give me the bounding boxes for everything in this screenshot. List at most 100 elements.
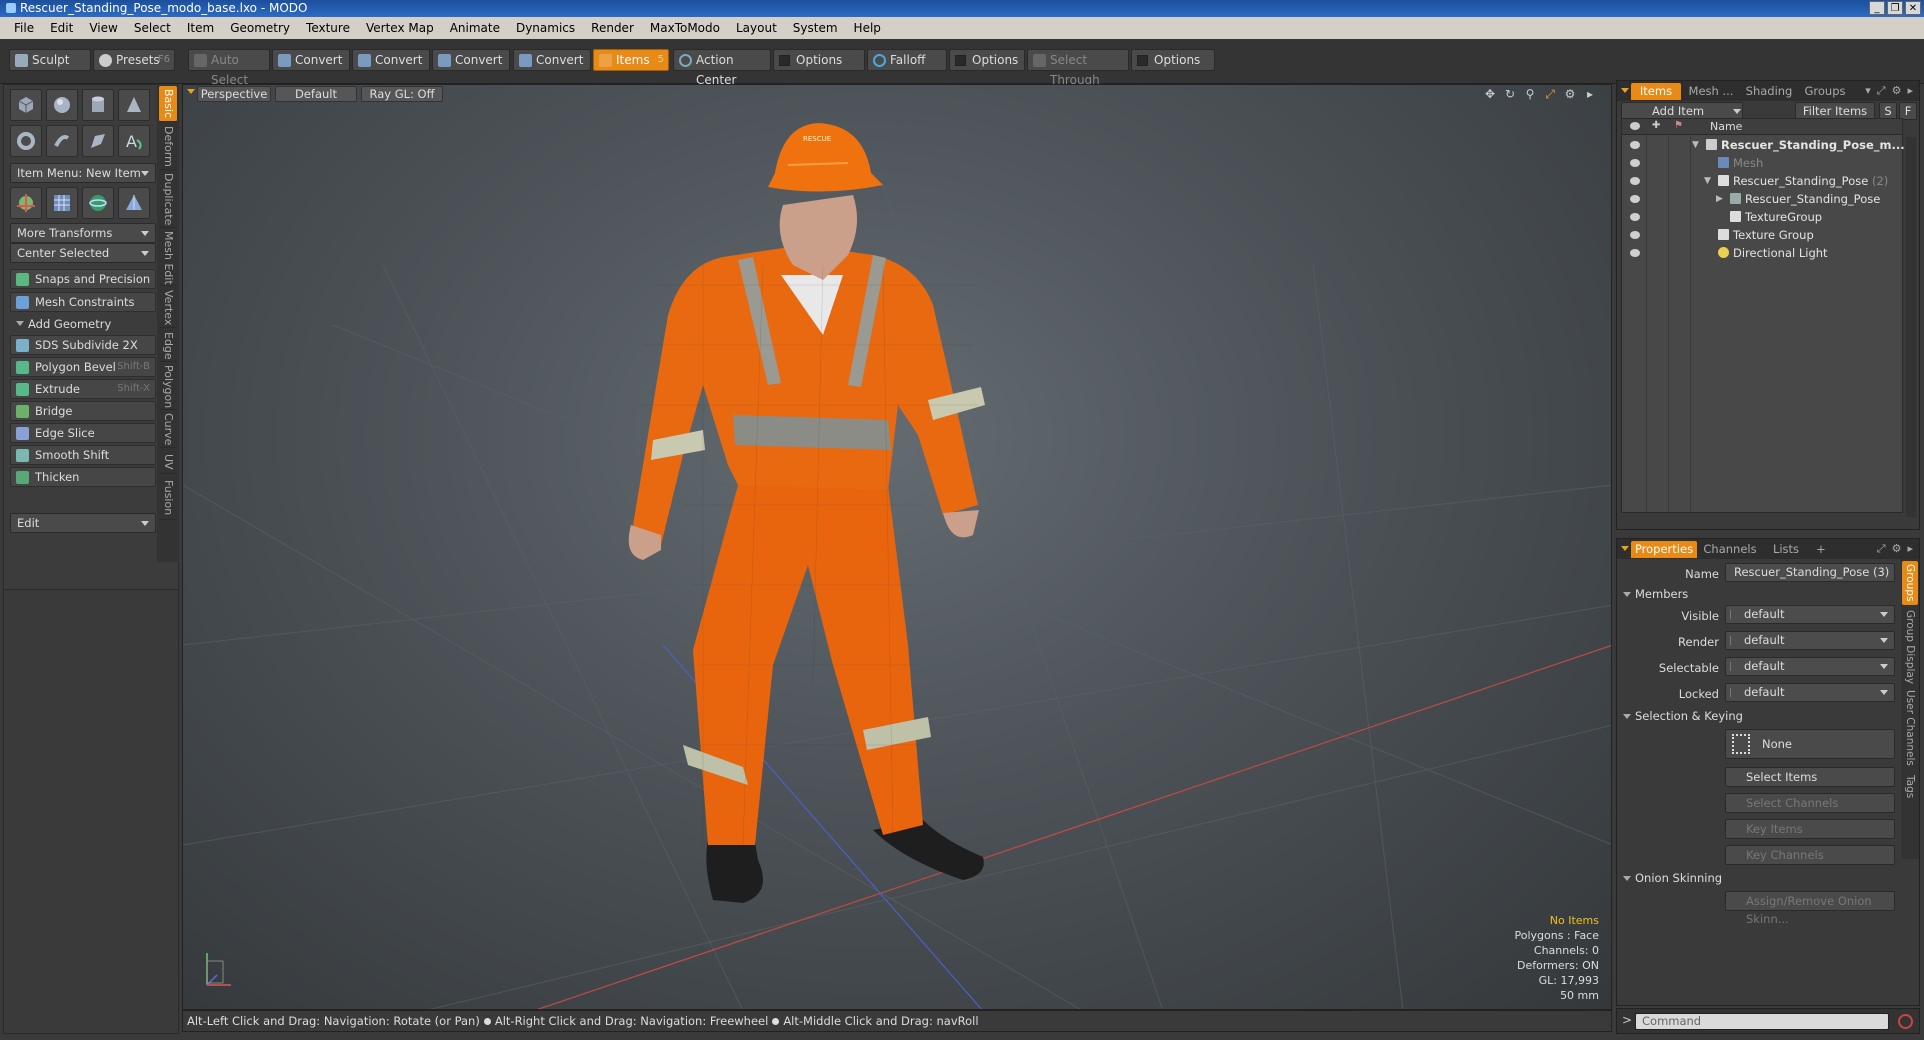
tab-edge[interactable]: Edge: [159, 330, 177, 362]
panel-expand-icon[interactable]: ⤢: [1877, 542, 1886, 556]
cube-primitive-button[interactable]: [10, 89, 42, 121]
menu-render[interactable]: Render: [583, 21, 642, 35]
smooth-shift-button[interactable]: Smooth Shift: [10, 445, 156, 465]
tab-group-display[interactable]: Group Display: [1902, 609, 1918, 685]
locked-dropdown[interactable]: default: [1725, 683, 1895, 702]
menu-system[interactable]: System: [785, 21, 846, 35]
tab-more-icon[interactable]: ▾: [1865, 84, 1871, 98]
name-column-header[interactable]: Name: [1710, 120, 1742, 133]
select-items-button[interactable]: Select Items: [1725, 767, 1895, 787]
restore-button[interactable]: ❐: [1887, 1, 1903, 15]
selection-keying-section[interactable]: Selection & Keying: [1623, 709, 1743, 723]
tab-fusion[interactable]: Fusion: [159, 476, 177, 520]
command-input[interactable]: Command: [1635, 1013, 1889, 1030]
visibility-eye-icon[interactable]: [1630, 141, 1640, 149]
maximize-view-icon[interactable]: ⤢: [1543, 87, 1557, 101]
render-column-icon[interactable]: ⚑: [1674, 120, 1683, 131]
visibility-eye-icon[interactable]: [1630, 213, 1640, 221]
rotate-button[interactable]: [82, 187, 114, 219]
members-section[interactable]: Members: [1623, 587, 1688, 601]
tab-items[interactable]: Items: [1631, 83, 1681, 100]
menu-animate[interactable]: Animate: [442, 21, 508, 35]
convert-edges-button[interactable]: Convert: [352, 49, 430, 71]
presets-button[interactable]: Presets F6: [93, 49, 175, 71]
visibility-eye-icon[interactable]: [1630, 177, 1640, 185]
sphere-primitive-button[interactable]: [46, 89, 78, 121]
convert-materials-button[interactable]: Convert: [513, 49, 591, 71]
visibility-eye-icon[interactable]: [1630, 195, 1640, 203]
item-menu-dropdown[interactable]: Item Menu: New Item: [10, 163, 156, 183]
tab-basic[interactable]: Basic: [159, 86, 177, 122]
tab-groups-vertical[interactable]: Groups: [1902, 561, 1918, 605]
assign-onion-skin-button[interactable]: Assign/Remove Onion Skinn...: [1725, 891, 1895, 926]
items-mode-button[interactable]: Items 5: [593, 49, 669, 71]
onion-skinning-section[interactable]: Onion Skinning: [1623, 871, 1722, 885]
menu-view[interactable]: View: [81, 21, 125, 35]
panel-settings-icon[interactable]: ⚙: [1892, 542, 1902, 556]
panel-menu-caret-icon[interactable]: [1621, 88, 1629, 93]
text-tool-button[interactable]: A: [118, 125, 150, 157]
record-macro-icon[interactable]: [1898, 1014, 1913, 1029]
tab-groups[interactable]: Groups: [1799, 83, 1851, 100]
action-center-button[interactable]: Action Center: [673, 49, 771, 87]
visibility-eye-icon[interactable]: [1630, 231, 1640, 239]
panel-settings-icon[interactable]: ⚙: [1892, 84, 1902, 98]
rotate-view-icon[interactable]: ↻: [1503, 87, 1517, 101]
tree-row-light[interactable]: Directional Light: [1622, 244, 1902, 262]
name-field[interactable]: Rescuer_Standing_Pose (3): [1725, 563, 1895, 582]
convert-polygons-button[interactable]: Convert: [432, 49, 510, 71]
tab-polygon[interactable]: Polygon: [159, 364, 177, 410]
tree-row-skeleton[interactable]: ▶ Rescuer_Standing_Pose: [1622, 190, 1902, 208]
cylinder-primitive-button[interactable]: [82, 89, 114, 121]
select-through-options[interactable]: Options: [1131, 49, 1215, 71]
edit-dropdown[interactable]: Edit: [10, 513, 156, 533]
tree-row-texture-group[interactable]: Texture Group: [1622, 226, 1902, 244]
viewport-menu-caret-icon[interactable]: [187, 89, 195, 94]
falloff-options[interactable]: Options: [949, 49, 1025, 71]
expand-arrow-icon[interactable]: ▼: [1692, 136, 1699, 154]
mesh-constraints-button[interactable]: Mesh Constraints: [10, 292, 156, 312]
raygl-button[interactable]: Ray GL: Off: [361, 86, 443, 102]
visible-dropdown[interactable]: default: [1725, 605, 1895, 624]
menu-select[interactable]: Select: [126, 21, 179, 35]
sculpt-button[interactable]: Sculpt: [9, 49, 91, 71]
shading-mode-button[interactable]: Default: [275, 86, 357, 102]
pyramid-button[interactable]: [118, 187, 150, 219]
key-items-button[interactable]: Key Items: [1725, 819, 1895, 839]
tab-channels[interactable]: Channels: [1699, 541, 1761, 558]
cone-primitive-button[interactable]: [118, 89, 150, 121]
collapse-arrow-icon[interactable]: ▶: [1716, 190, 1723, 208]
tree-row-scene[interactable]: ▼ Rescuer_Standing_Pose_m...: [1622, 136, 1905, 154]
sds-subdivide-button[interactable]: SDS Subdivide 2X: [10, 335, 156, 355]
pen-tool-button[interactable]: [82, 125, 114, 157]
panel-arrow-icon[interactable]: ▸: [1907, 542, 1913, 556]
tab-vertex[interactable]: Vertex: [159, 288, 177, 328]
tab-mesh-edit[interactable]: Mesh Edit: [159, 230, 177, 286]
item-tree-scrollbar[interactable]: [1906, 137, 1916, 517]
expand-arrow-icon[interactable]: ▼: [1704, 172, 1711, 190]
extrude-button[interactable]: Extrude Shift-X: [10, 379, 156, 399]
more-transforms-dropdown[interactable]: More Transforms: [10, 223, 156, 243]
auto-select-button[interactable]: Auto Select: [188, 49, 270, 87]
menu-edit[interactable]: Edit: [42, 21, 81, 35]
bridge-button[interactable]: Bridge: [10, 401, 156, 421]
add-geometry-header[interactable]: Add Geometry: [10, 315, 156, 333]
convert-vertices-button[interactable]: Convert: [272, 49, 350, 71]
tab-shading[interactable]: Shading: [1741, 83, 1797, 100]
tab-curve[interactable]: Curve: [159, 412, 177, 448]
minimize-button[interactable]: _: [1869, 1, 1885, 15]
tree-row-mesh[interactable]: Mesh: [1622, 154, 1902, 172]
visibility-eye-icon[interactable]: [1630, 249, 1640, 257]
none-keying-button[interactable]: None: [1725, 729, 1895, 759]
tab-duplicate[interactable]: Duplicate: [159, 172, 177, 228]
transform-button[interactable]: [10, 187, 42, 219]
tree-row-texturegroup[interactable]: TextureGroup: [1622, 208, 1902, 226]
render-dropdown[interactable]: default: [1725, 631, 1895, 650]
close-button[interactable]: ✕: [1905, 1, 1921, 15]
menu-item[interactable]: Item: [179, 21, 222, 35]
action-center-options[interactable]: Options: [773, 49, 865, 71]
view-type-button[interactable]: Perspective: [197, 86, 271, 102]
menu-file[interactable]: File: [6, 21, 42, 35]
select-channels-button[interactable]: Select Channels: [1725, 793, 1895, 813]
menu-dynamics[interactable]: Dynamics: [508, 21, 583, 35]
